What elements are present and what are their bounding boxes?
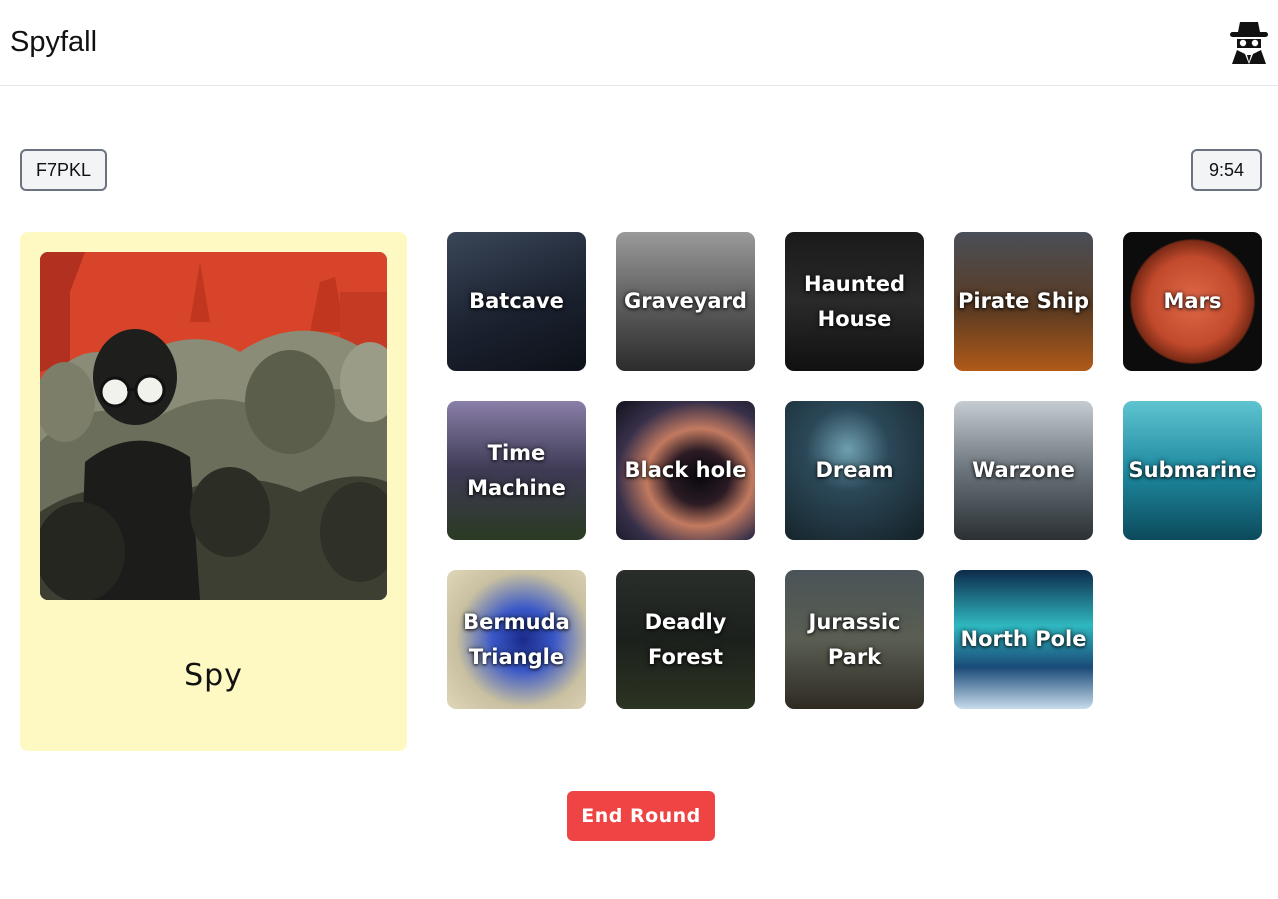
- room-code-badge[interactable]: F7PKL: [20, 149, 107, 191]
- location-tile[interactable]: Graveyard: [616, 232, 755, 371]
- location-tile[interactable]: Bermuda Triangle: [447, 570, 586, 709]
- location-tile[interactable]: Dream: [785, 401, 924, 540]
- location-label: Pirate Ship: [957, 289, 1089, 313]
- role-label: Spy: [184, 658, 243, 693]
- location-label: Black hole: [624, 458, 747, 482]
- location-label: Mars: [1163, 289, 1222, 313]
- location-label: Jurassic Park: [808, 609, 901, 669]
- location-label: Dream: [815, 458, 894, 482]
- location-tile[interactable]: Black hole: [616, 401, 755, 540]
- location-label: Warzone: [972, 458, 1075, 482]
- location-tile[interactable]: Time Machine: [447, 401, 586, 540]
- location-tile[interactable]: Pirate Ship: [954, 232, 1093, 371]
- location-label: Time Machine: [467, 440, 566, 500]
- location-tile[interactable]: Mars: [1123, 232, 1262, 371]
- app-title: Spyfall: [10, 26, 98, 58]
- location-tile[interactable]: Submarine: [1123, 401, 1262, 540]
- spy-role-image: [40, 252, 387, 600]
- round-timer[interactable]: 9:54: [1191, 149, 1262, 191]
- location-label: Batcave: [469, 289, 564, 313]
- app-header: Spyfall: [0, 0, 1278, 86]
- location-label: Bermuda Triangle: [463, 609, 570, 669]
- location-tile[interactable]: Warzone: [954, 401, 1093, 540]
- location-label: Deadly Forest: [644, 609, 727, 669]
- location-label: Submarine: [1128, 458, 1257, 482]
- location-tile[interactable]: North Pole: [954, 570, 1093, 709]
- location-tile[interactable]: Jurassic Park: [785, 570, 924, 709]
- location-label: Graveyard: [624, 289, 747, 313]
- location-tile[interactable]: Batcave: [447, 232, 586, 371]
- location-tile[interactable]: Deadly Forest: [616, 570, 755, 709]
- location-tile[interactable]: Haunted House: [785, 232, 924, 371]
- location-label: Haunted House: [804, 271, 905, 331]
- location-label: North Pole: [960, 627, 1087, 651]
- end-round-button[interactable]: End Round: [567, 791, 715, 841]
- role-card: Spy: [20, 232, 407, 751]
- spy-icon[interactable]: [1226, 18, 1272, 66]
